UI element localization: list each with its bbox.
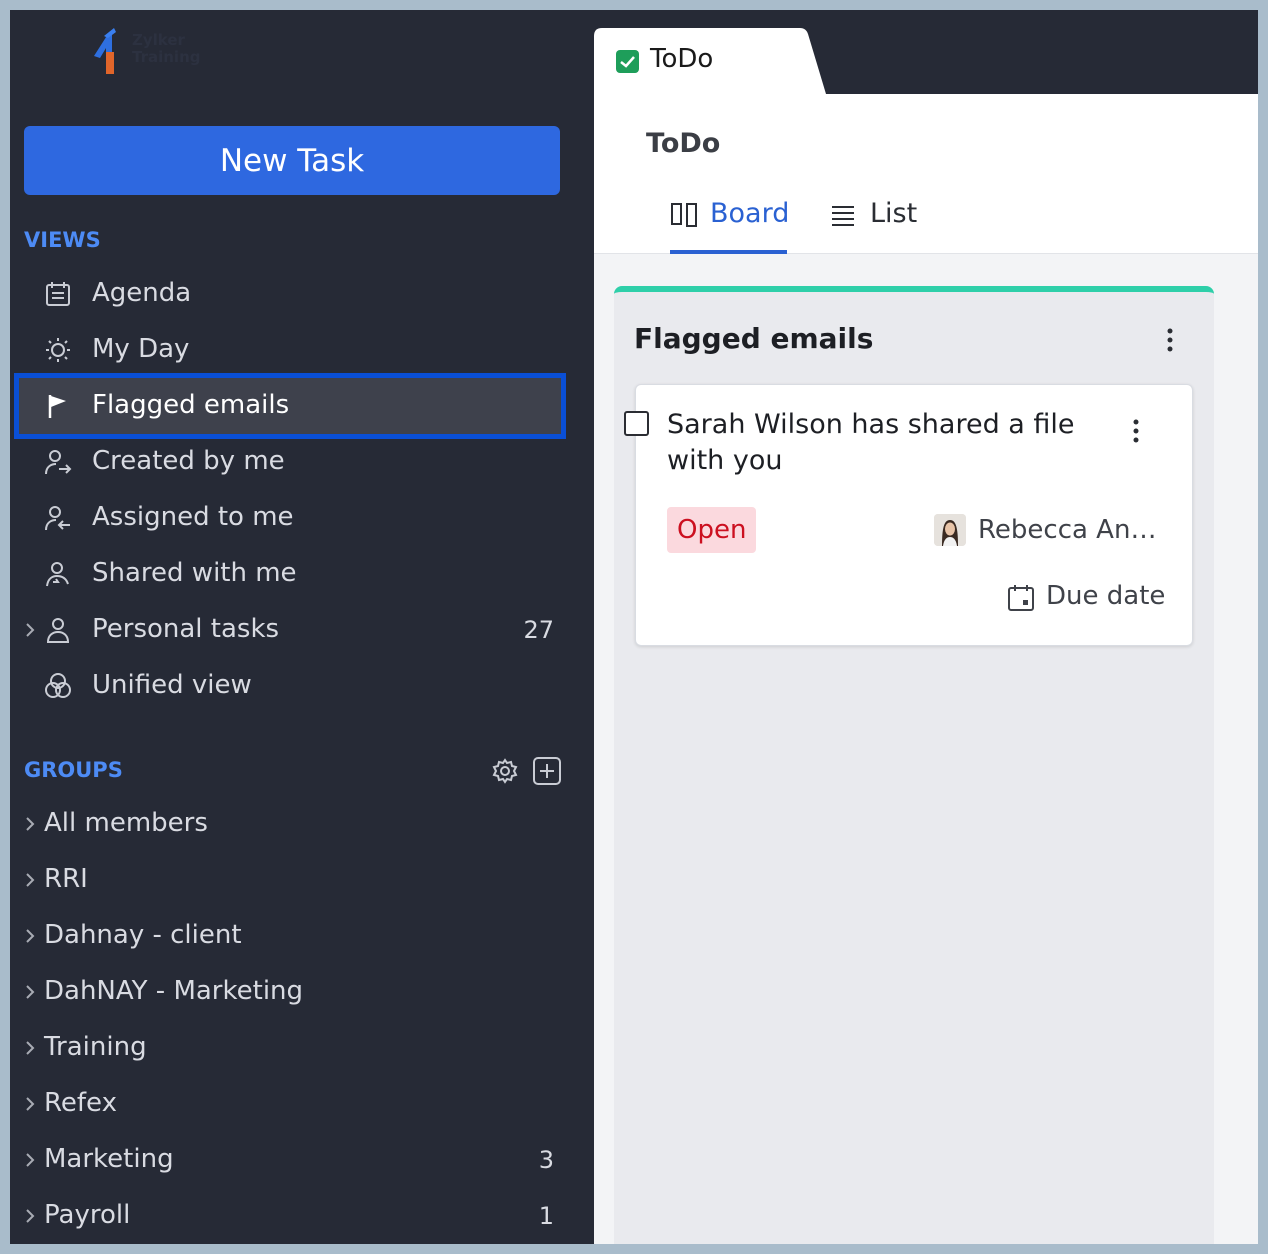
group-item-label: Payroll — [44, 1200, 131, 1230]
chevron-right-icon[interactable] — [24, 1090, 38, 1118]
user-arrow-in-icon — [44, 504, 72, 532]
groups-section-label: GROUPS — [24, 758, 123, 782]
chevron-right-icon[interactable] — [24, 922, 38, 950]
status-badge[interactable]: Open — [667, 507, 757, 553]
tab-label: Board — [710, 198, 790, 229]
sidebar-item-label: Personal tasks — [92, 614, 280, 644]
gear-icon[interactable] — [492, 758, 518, 788]
tab-bar: ToDo — [594, 10, 1258, 94]
sidebar-item-label: Created by me — [92, 446, 285, 476]
app-window: Zylker Training New Task VIEWS Agenda My… — [10, 10, 1258, 1244]
list-lines-icon — [830, 202, 860, 228]
chevron-right-icon[interactable] — [24, 978, 38, 1006]
group-item-label: Dahnay - client — [44, 920, 242, 950]
chevron-right-icon[interactable] — [24, 866, 38, 894]
sidebar-item-flagged-emails[interactable]: Flagged emails — [14, 373, 566, 439]
tab-todo[interactable]: ToDo — [594, 28, 826, 94]
more-vertical-icon[interactable] — [1126, 417, 1146, 445]
board-column: Flagged emails Sarah Wilson has shared a… — [614, 286, 1214, 1244]
zylker-logo: Zylker Training — [90, 26, 220, 76]
calendar-list-icon — [44, 280, 72, 308]
sidebar: Zylker Training New Task VIEWS Agenda My… — [10, 10, 594, 1244]
logo-text-line1: Zylker — [132, 31, 185, 49]
group-item-all-members[interactable]: All members — [24, 796, 560, 852]
user-share-icon — [44, 560, 72, 588]
sidebar-item-label: Agenda — [92, 278, 192, 308]
group-item-label: Refex — [44, 1088, 117, 1118]
group-item-count: 1 — [538, 1202, 554, 1230]
sidebar-item-label: My Day — [92, 334, 190, 364]
group-item-label: All members — [44, 808, 208, 838]
group-item-label: Training — [44, 1032, 147, 1062]
chevron-right-icon[interactable] — [24, 1202, 38, 1230]
sidebar-item-assigned-to-me[interactable]: Assigned to me — [24, 490, 560, 546]
flag-icon — [44, 392, 72, 420]
group-item-dahnay-marketing[interactable]: DahNAY - Marketing — [24, 964, 560, 1020]
sidebar-item-label: Shared with me — [92, 558, 297, 588]
sidebar-item-label: Unified view — [92, 670, 252, 700]
venn-icon — [44, 672, 72, 700]
group-item-label: Marketing — [44, 1144, 174, 1174]
page-title: ToDo — [646, 128, 721, 159]
logo-mark-icon — [94, 28, 116, 74]
task-card[interactable]: Sarah Wilson has shared a file with you … — [624, 384, 1193, 646]
logo-text: Zylker Training — [132, 32, 200, 66]
chevron-right-icon[interactable] — [24, 616, 38, 644]
sidebar-item-created-by-me[interactable]: Created by me — [24, 434, 560, 490]
calendar-icon — [1006, 583, 1036, 613]
group-item-label: DahNAY - Marketing — [44, 976, 304, 1006]
tab-board[interactable]: Board — [670, 194, 790, 254]
chevron-right-icon[interactable] — [24, 810, 38, 838]
group-item-label: RRI — [44, 864, 88, 894]
task-title: Sarah Wilson has shared a file with you — [667, 409, 1075, 476]
more-vertical-icon[interactable] — [1160, 326, 1180, 354]
chevron-right-icon[interactable] — [24, 1146, 38, 1174]
tab-list[interactable]: List — [830, 194, 930, 254]
chevron-right-icon[interactable] — [24, 1034, 38, 1062]
column-title: Flagged emails — [634, 322, 874, 355]
new-task-button[interactable]: New Task — [24, 126, 560, 195]
page-header: ToDo Board List — [594, 94, 1258, 254]
group-item-dahnay-client[interactable]: Dahnay - client — [24, 908, 560, 964]
group-item-training[interactable]: Training — [24, 1020, 560, 1076]
checkbox-checked-icon — [616, 50, 639, 77]
group-item-payroll[interactable]: Payroll 1 — [24, 1188, 560, 1244]
task-checkbox[interactable] — [624, 411, 649, 436]
assignee-name: Rebecca An… — [978, 515, 1157, 545]
board-columns-icon — [670, 202, 700, 228]
group-item-rri[interactable]: RRI — [24, 852, 560, 908]
due-date-label: Due date — [1046, 581, 1166, 611]
sidebar-item-personal-tasks[interactable]: Personal tasks 27 — [24, 602, 560, 658]
group-item-count: 3 — [538, 1146, 554, 1174]
views-section-label: VIEWS — [24, 228, 101, 252]
avatar — [934, 514, 966, 546]
groups-actions — [492, 756, 566, 786]
logo-text-line2: Training — [132, 48, 201, 66]
sidebar-item-label: Flagged emails — [92, 390, 290, 420]
assignee[interactable]: Rebecca An… — [934, 513, 1156, 547]
user-arrow-out-icon — [44, 448, 72, 476]
sidebar-item-agenda[interactable]: Agenda — [24, 266, 560, 322]
sidebar-item-my-day[interactable]: My Day — [24, 322, 560, 378]
sun-icon — [44, 336, 72, 364]
add-group-icon[interactable] — [532, 756, 562, 790]
sidebar-item-count: 27 — [523, 616, 554, 644]
main-content: ToDo Board List Flagged emails Sarah Wil… — [594, 94, 1258, 1244]
sidebar-item-label: Assigned to me — [92, 502, 294, 532]
group-item-marketing[interactable]: Marketing 3 — [24, 1132, 560, 1188]
sidebar-item-shared-with-me[interactable]: Shared with me — [24, 546, 560, 602]
group-item-refex[interactable]: Refex — [24, 1076, 560, 1132]
user-icon — [44, 616, 72, 644]
tab-label: ToDo — [650, 44, 714, 74]
sidebar-item-unified-view[interactable]: Unified view — [24, 658, 560, 714]
tab-label: List — [870, 198, 918, 229]
